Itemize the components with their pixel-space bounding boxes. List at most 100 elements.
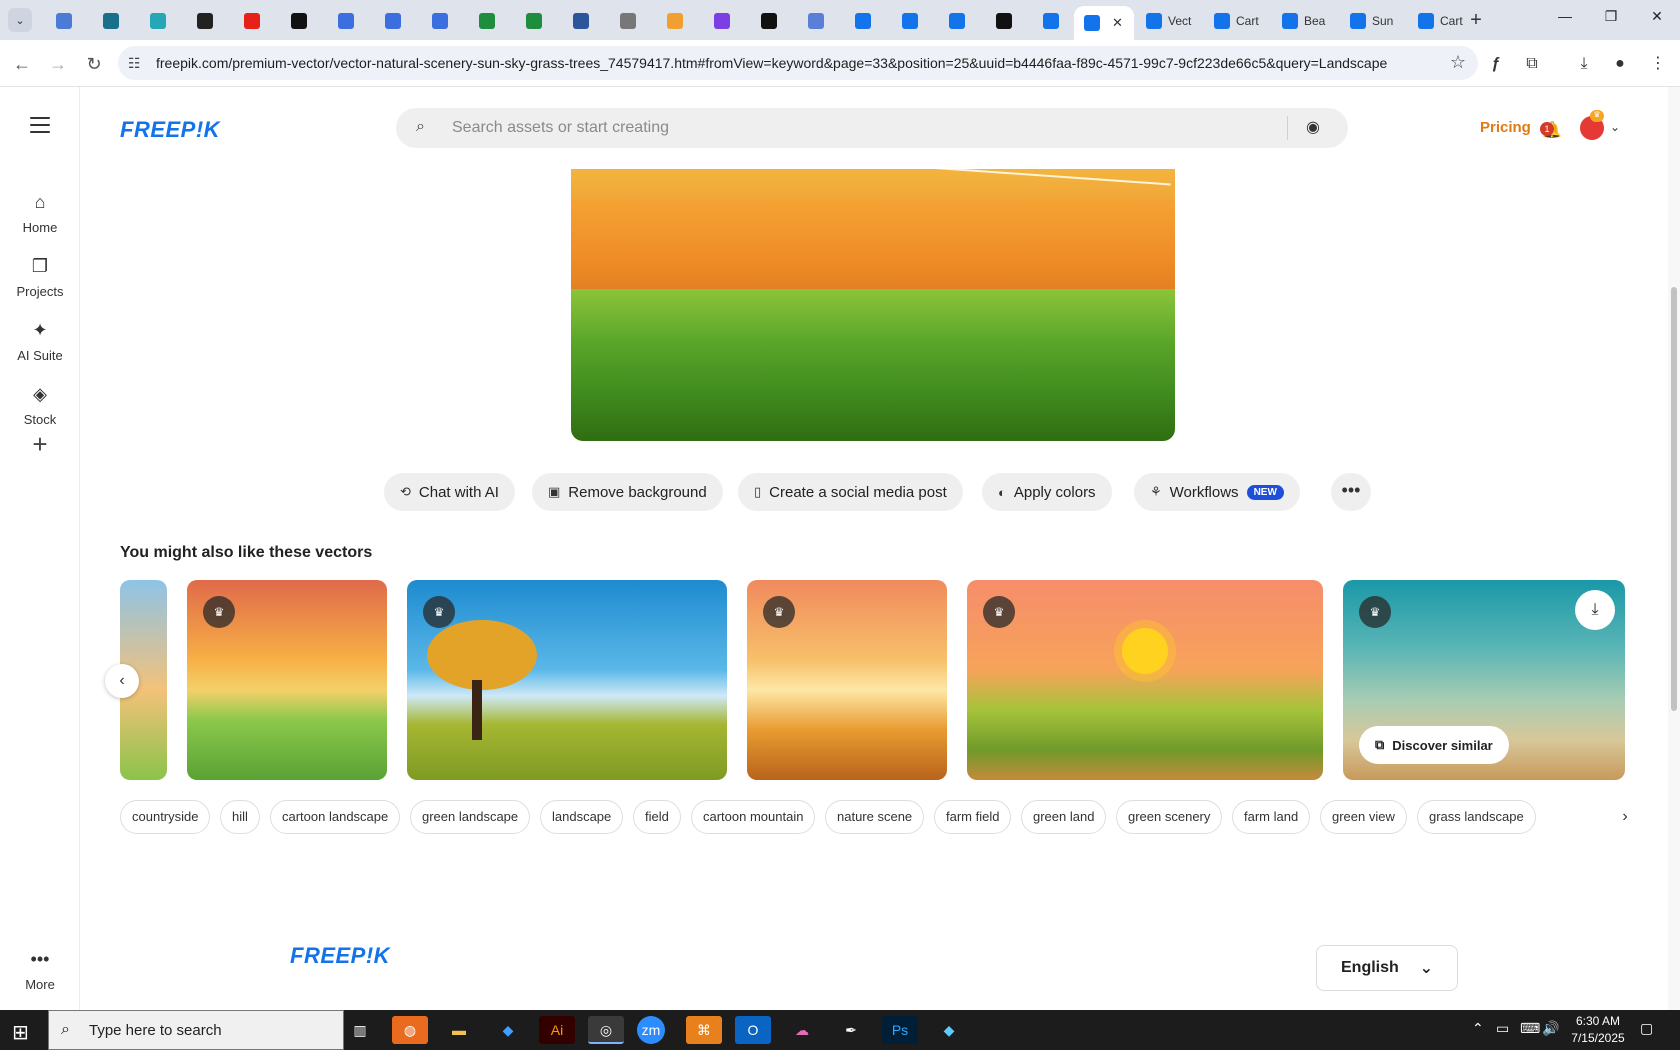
browser-tab[interactable] — [980, 6, 1027, 36]
notifications-center-icon[interactable]: ▢ — [1640, 1020, 1653, 1037]
xampp-icon[interactable]: ⌘ — [686, 1016, 722, 1044]
vscode-icon[interactable]: ◆ — [490, 1016, 526, 1044]
browser-tab[interactable] — [510, 6, 557, 36]
sidebar-item-home[interactable]: ⌂ Home — [0, 192, 80, 235]
windows-start-icon[interactable]: ⊞ — [12, 1020, 29, 1045]
menu-hamburger-icon[interactable] — [30, 117, 50, 138]
illustrator-icon[interactable]: Ai — [539, 1016, 575, 1044]
tag-chip[interactable]: cartoon mountain — [691, 800, 816, 834]
create-a-social-media-post-button[interactable]: ▯ Create a social media post — [738, 473, 963, 511]
browser-tab[interactable] — [40, 6, 87, 36]
browser-tab[interactable] — [698, 6, 745, 36]
tag-chip[interactable]: nature scene — [825, 800, 925, 834]
browser-tab[interactable] — [792, 6, 839, 36]
taskbar-clock[interactable]: 6:30 AM 7/15/2025 — [1568, 1013, 1628, 1047]
taskbar-search[interactable]: ⌕ Type here to search — [48, 1010, 344, 1050]
browser-menu-icon[interactable]: ⋮ — [1646, 52, 1670, 76]
add-icon[interactable]: + — [20, 425, 60, 465]
reload-button[interactable]: ↻ — [82, 52, 106, 76]
tray-network-icon[interactable]: ⌨ — [1520, 1020, 1540, 1037]
browser-tab[interactable] — [745, 6, 792, 36]
carousel-prev-button[interactable]: ‹ — [105, 664, 139, 698]
close-tab-icon[interactable]: ✕ — [1112, 15, 1123, 31]
outlook-icon[interactable]: O — [735, 1016, 771, 1044]
browser-tab[interactable] — [933, 6, 980, 36]
discover-similar-button[interactable]: ⧉ Discover similar — [1359, 726, 1509, 764]
related-thumb[interactable]: ♛ — [407, 580, 727, 780]
browser-tab[interactable] — [87, 6, 134, 36]
browser-tab[interactable] — [322, 6, 369, 36]
browser-tab[interactable] — [1027, 6, 1074, 36]
browser-tab[interactable] — [604, 6, 651, 36]
browser-tab[interactable] — [651, 6, 698, 36]
browser-tab[interactable] — [181, 6, 228, 36]
back-button[interactable]: ← — [10, 52, 34, 76]
bookmark-star-icon[interactable]: ☆ — [1450, 52, 1466, 73]
chevron-down-icon[interactable]: ⌄ — [1610, 120, 1620, 134]
chat-with-ai-button[interactable]: ⟲ Chat with AI — [384, 473, 515, 511]
tray-battery-icon[interactable]: ▭ — [1496, 1020, 1509, 1037]
sidebar-item-stock[interactable]: ◈ Stock — [0, 384, 80, 427]
site-search[interactable]: ⌕ ◉ — [396, 108, 1348, 148]
minimize-button[interactable]: — — [1542, 8, 1588, 32]
scrollbar-thumb[interactable] — [1671, 287, 1677, 711]
notifications-button[interactable]: 🔔 1 — [1540, 120, 1562, 140]
forward-button[interactable]: → — [46, 52, 70, 76]
new-tab-button[interactable]: + — [1464, 10, 1488, 34]
browser-tab[interactable]: Cart — [1202, 6, 1270, 36]
browser-tab[interactable] — [275, 6, 322, 36]
pricing-link[interactable]: Pricing — [1480, 119, 1531, 136]
url-text[interactable]: freepik.com/premium-vector/vector-natura… — [156, 55, 1446, 71]
tag-chip[interactable]: landscape — [540, 800, 624, 834]
tag-chip[interactable]: cartoon landscape — [270, 800, 401, 834]
tag-chip[interactable]: green view — [1320, 800, 1407, 834]
tags-next-button[interactable]: › — [1608, 800, 1642, 834]
browser-tab[interactable] — [416, 6, 463, 36]
tag-chip[interactable]: green landscape — [410, 800, 531, 834]
search-input[interactable] — [452, 117, 1252, 139]
sidebar-item-more[interactable]: ••• More — [0, 949, 80, 992]
tag-chip[interactable]: farm land — [1232, 800, 1311, 834]
close-window-button[interactable]: ✕ — [1634, 8, 1680, 32]
browser-tab[interactable]: Bea — [1270, 6, 1338, 36]
browser-tab-active[interactable]: ✕ — [1074, 6, 1134, 40]
downloads-icon[interactable]: ⤓ — [1572, 52, 1596, 76]
app-diamond-icon[interactable]: ◆ — [931, 1016, 967, 1044]
tag-chip[interactable]: green scenery — [1116, 800, 1223, 834]
more-actions-button[interactable]: ••• — [1331, 473, 1371, 511]
profile-avatar-icon[interactable]: ● — [1608, 52, 1632, 76]
extension-f-icon[interactable]: ƒ — [1484, 52, 1508, 76]
address-bar[interactable]: ☷ freepik.com/premium-vector/vector-natu… — [118, 46, 1478, 80]
browser-tab[interactable] — [463, 6, 510, 36]
tray-chevron-icon[interactable]: ⌃ — [1472, 1020, 1484, 1037]
creative-cloud-icon[interactable]: ☁ — [784, 1016, 820, 1044]
restore-button[interactable]: ❐ — [1588, 8, 1634, 32]
apply-colors-button[interactable]: ◐ Apply colors — [982, 473, 1112, 511]
related-thumb[interactable]: ♛ — [747, 580, 947, 780]
freepik-logo[interactable]: FREEP!K — [120, 117, 220, 143]
tag-chip[interactable]: field — [633, 800, 681, 834]
tag-chip[interactable]: farm field — [934, 800, 1012, 834]
firefox-icon[interactable]: ◍ — [392, 1016, 428, 1044]
chrome-icon[interactable]: ◎ — [588, 1016, 624, 1044]
browser-tab[interactable] — [134, 6, 181, 36]
language-select[interactable]: English ⌄ — [1316, 945, 1458, 991]
download-icon[interactable]: ⤓ — [1575, 590, 1615, 630]
pen-tool-icon[interactable]: ✒ — [833, 1016, 869, 1044]
browser-tab[interactable]: Vect — [1134, 6, 1202, 36]
footer-freepik-logo[interactable]: FREEP!K — [290, 943, 390, 969]
sidebar-item-ai-suite[interactable]: ✦ AI Suite — [0, 320, 80, 363]
browser-tab[interactable] — [839, 6, 886, 36]
extensions-puzzle-icon[interactable]: ⧉ — [1520, 52, 1544, 76]
main-preview-image[interactable] — [571, 169, 1175, 441]
tag-chip[interactable]: hill — [220, 800, 260, 834]
browser-tab[interactable] — [228, 6, 275, 36]
browser-tab[interactable] — [886, 6, 933, 36]
task-view-icon[interactable]: ▥ — [342, 1016, 378, 1044]
browser-tab[interactable] — [369, 6, 416, 36]
tag-chip[interactable]: countryside — [120, 800, 211, 834]
related-thumb[interactable]: ♛ ⤓ ⧉ Discover similar — [1343, 580, 1625, 780]
file-explorer-icon[interactable]: ▬ — [441, 1016, 477, 1044]
browser-tab[interactable] — [557, 6, 604, 36]
tag-chip[interactable]: green land — [1021, 800, 1107, 834]
